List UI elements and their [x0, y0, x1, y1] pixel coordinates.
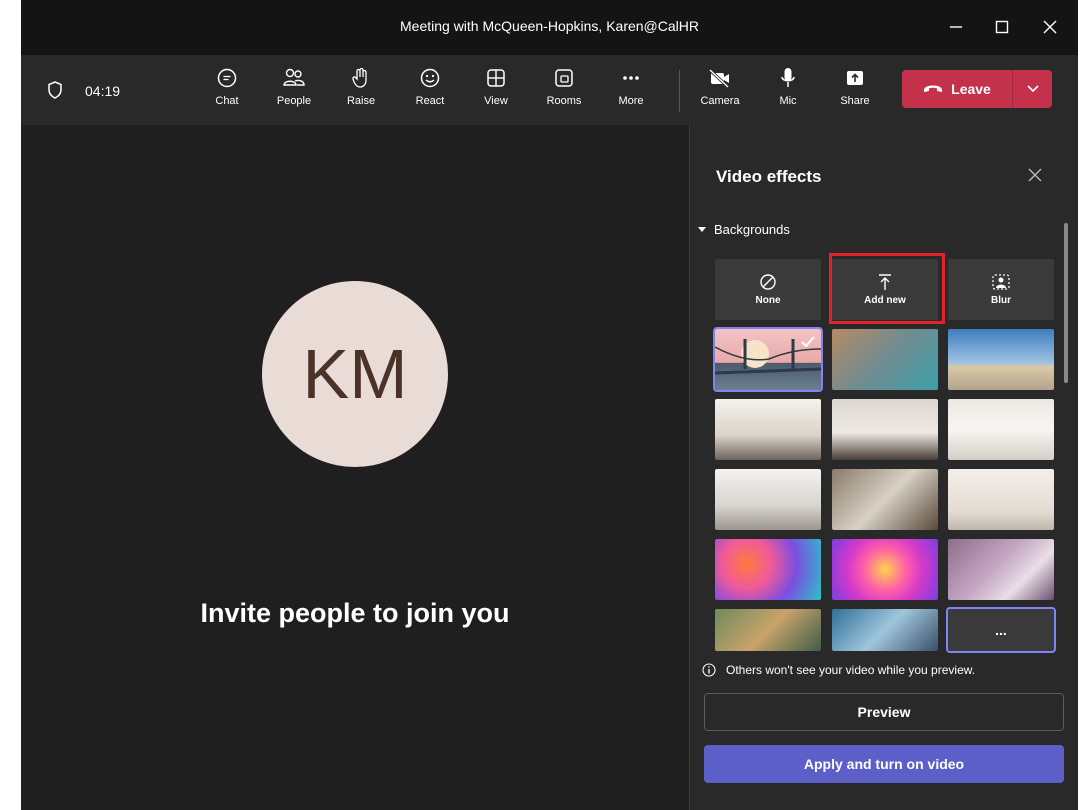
rooms-label: Rooms [546, 95, 582, 107]
panel-scrollbar[interactable] [1064, 223, 1068, 383]
preview-button[interactable]: Preview [704, 693, 1064, 731]
people-button[interactable]: People [269, 65, 319, 117]
maximize-icon[interactable] [987, 12, 1017, 42]
close-icon[interactable] [1023, 163, 1047, 187]
leave-options-chevron-icon[interactable] [1013, 70, 1052, 108]
blur-label: Blur [991, 295, 1011, 306]
background-thumbnail-confetti[interactable] [832, 539, 938, 600]
minimize-icon[interactable] [941, 12, 971, 42]
more-label: More [618, 95, 644, 107]
smiley-icon [417, 65, 443, 91]
leave-main[interactable]: Leave [902, 70, 1012, 108]
share-icon [842, 65, 868, 91]
background-none-option[interactable]: None [715, 259, 821, 320]
chat-icon [214, 65, 240, 91]
preview-note: Others won't see your video while you pr… [702, 663, 975, 677]
background-thumbnail-classroom[interactable] [715, 609, 821, 651]
teams-meeting-window: Meeting with McQueen-Hopkins, Karen@CalH… [21, 0, 1078, 810]
rooms-icon [551, 65, 577, 91]
background-thumbnail-bridge[interactable] [713, 327, 823, 392]
camera-button[interactable]: Camera [695, 65, 745, 117]
toolbar-divider [679, 70, 680, 112]
raise-label: Raise [346, 95, 376, 107]
panel-title: Video effects [716, 167, 822, 186]
chat-label: Chat [215, 95, 239, 107]
background-thumbnail-room-4[interactable] [715, 469, 821, 530]
more-backgrounds-button[interactable]: ... [946, 607, 1056, 653]
background-thumbnail-room-1[interactable] [715, 399, 821, 460]
leave-button[interactable]: Leave [902, 70, 1052, 108]
apply-and-turn-on-video-button[interactable]: Apply and turn on video [704, 745, 1064, 783]
avatar: KM [262, 281, 448, 467]
hang-up-icon [923, 81, 943, 97]
background-thumbnail-city[interactable] [832, 609, 938, 651]
background-thumbnail-room-5[interactable] [948, 469, 1054, 530]
mic-label: Mic [779, 95, 797, 107]
view-button[interactable]: View [471, 65, 521, 117]
background-thumbnail-arch[interactable] [948, 539, 1054, 600]
hand-icon [348, 65, 374, 91]
title-bar: Meeting with McQueen-Hopkins, Karen@CalH… [21, 0, 1078, 55]
note-text: Others won't see your video while you pr… [726, 663, 976, 677]
window-title: Meeting with McQueen-Hopkins, Karen@CalH… [400, 18, 699, 34]
invite-text: Invite people to join you [200, 598, 510, 628]
section-label: Backgrounds [714, 222, 790, 237]
microphone-icon [775, 65, 801, 91]
people-label: People [276, 95, 312, 107]
info-icon [702, 663, 716, 677]
none-icon [760, 274, 776, 290]
meeting-stage: KM Invite people to join you [21, 125, 689, 810]
react-label: React [415, 95, 445, 107]
meeting-timer: 04:19 [85, 83, 121, 99]
grid-icon [483, 65, 509, 91]
react-button[interactable]: React [405, 65, 455, 117]
share-label: Share [840, 95, 870, 107]
background-thumbnail-beach[interactable] [948, 329, 1054, 390]
background-thumbnail-room-3[interactable] [948, 399, 1054, 460]
caret-down-icon [698, 226, 706, 232]
close-window-icon[interactable] [1035, 12, 1065, 42]
background-thumbnail-room-2[interactable] [832, 399, 938, 460]
share-button[interactable]: Share [830, 65, 880, 117]
backgrounds-section-header[interactable]: Backgrounds [698, 222, 790, 237]
background-thumbnail-office-1[interactable] [832, 329, 938, 390]
more-icon [618, 65, 644, 91]
blur-icon [992, 274, 1010, 290]
background-thumbnail-loft[interactable] [832, 469, 938, 530]
background-thumbnail-orbs[interactable] [715, 539, 821, 600]
chat-button[interactable]: Chat [202, 65, 252, 117]
checkmark-icon [801, 335, 815, 353]
leave-label: Leave [951, 81, 991, 97]
video-effects-panel: Video effects Backgrounds None Add new B… [689, 125, 1078, 810]
rooms-button[interactable]: Rooms [539, 65, 589, 117]
none-label: None [755, 295, 781, 306]
background-blur-option[interactable]: Blur [948, 259, 1054, 320]
camera-off-icon [707, 65, 733, 91]
highlight-box [829, 253, 945, 324]
raise-hand-button[interactable]: Raise [336, 65, 386, 117]
more-backgrounds-label: ... [995, 622, 1007, 638]
avatar-initials: KM [302, 335, 408, 413]
mic-button[interactable]: Mic [763, 65, 813, 117]
view-label: View [484, 95, 508, 107]
people-icon [281, 65, 307, 91]
more-button[interactable]: More [606, 65, 656, 117]
camera-label: Camera [700, 95, 740, 107]
shield-icon [46, 80, 64, 105]
